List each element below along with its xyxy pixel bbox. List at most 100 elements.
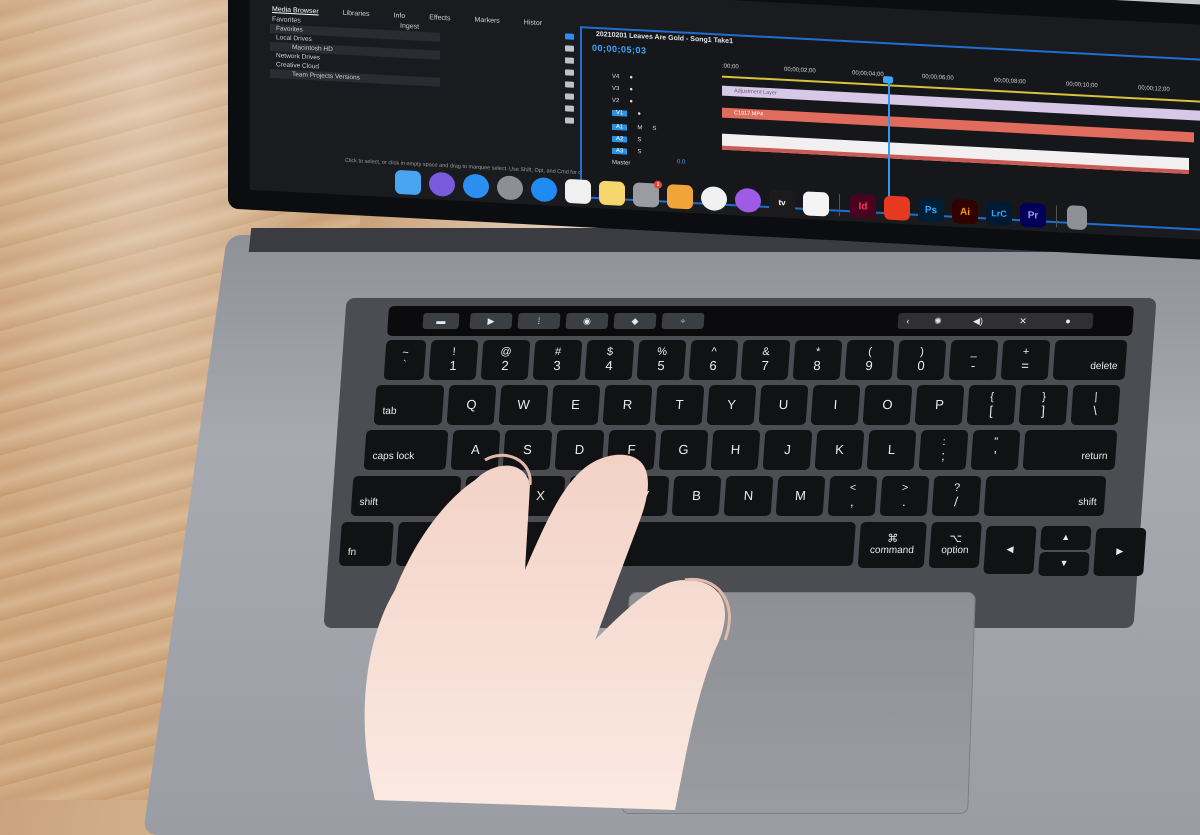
eye-icon[interactable]: ● [637, 111, 641, 117]
key-3[interactable]: #3 [532, 340, 583, 380]
key-5[interactable]: % 5 [636, 340, 687, 380]
track-select-tool-icon[interactable] [565, 45, 574, 52]
solo-icon[interactable]: S [637, 149, 641, 155]
key-arrow-left[interactable]: ◀ [983, 526, 1037, 574]
key-o[interactable]: O [862, 385, 913, 425]
siri-icon[interactable] [429, 171, 455, 198]
eye-icon[interactable]: ● [629, 75, 633, 81]
key-6[interactable]: ^ 6 [688, 340, 739, 380]
key-comma[interactable]: <, [827, 476, 878, 516]
key-shift-right[interactable]: shift [983, 476, 1107, 516]
ingest-checkbox[interactable]: Ingest [400, 23, 419, 31]
touchbar-split-button[interactable]: ÷ [661, 313, 705, 329]
key-period[interactable]: >. [879, 476, 930, 516]
pages-icon[interactable] [667, 184, 693, 210]
news-icon[interactable] [701, 185, 727, 212]
slack-icon[interactable] [803, 191, 829, 217]
ripple-edit-tool-icon[interactable] [565, 57, 574, 64]
key-q[interactable]: Q [446, 385, 497, 425]
key-arrow-down[interactable]: ▼ [1038, 552, 1090, 576]
key-command-right[interactable]: ⌘ command [857, 522, 927, 568]
volume-icon[interactable]: ◀) [962, 313, 993, 329]
illustrator-icon[interactable]: Ai [952, 199, 978, 225]
touchbar-levels-button[interactable]: ⁞ [517, 313, 561, 329]
trash-icon[interactable] [1067, 205, 1087, 231]
apple-tv-icon[interactable]: tv [769, 189, 795, 215]
siri-button[interactable]: ● [1052, 313, 1083, 329]
key-quote[interactable]: " ' [970, 430, 1021, 470]
razor-tool-icon[interactable] [565, 69, 574, 76]
clip-audio[interactable] [722, 133, 1189, 175]
indesign-icon[interactable]: Id [850, 193, 876, 220]
tab-libraries[interactable]: Libraries [343, 10, 370, 18]
key-option-right[interactable]: ⌥ option [928, 522, 982, 568]
mute-icon[interactable]: M [637, 125, 642, 131]
system-preferences-icon[interactable]: 1 [633, 180, 662, 208]
key-right-bracket[interactable]: }] [1018, 385, 1069, 425]
key-e[interactable]: E [550, 385, 601, 425]
type-tool-icon[interactable] [565, 117, 574, 124]
tab-effects[interactable]: Effects [429, 14, 450, 22]
key-r[interactable]: R [602, 385, 653, 425]
key-0[interactable]: ) 0 [896, 340, 947, 380]
key-delete[interactable]: delete [1052, 340, 1128, 380]
launchpad-icon[interactable] [497, 175, 523, 201]
master-volume-value[interactable]: 0.0 [677, 159, 685, 165]
key-2[interactable]: @2 [480, 340, 531, 380]
safari-icon[interactable] [463, 173, 489, 199]
notes-icon[interactable] [599, 180, 625, 206]
key-tab[interactable]: tab [373, 385, 445, 425]
key-p[interactable]: P [914, 385, 965, 425]
key-k[interactable]: K [814, 430, 865, 470]
timecode-display[interactable]: 00;00;05;03 [592, 43, 647, 56]
tab-markers[interactable]: Markers [475, 17, 500, 25]
tab-history[interactable]: Histor [524, 19, 542, 27]
key-equals[interactable]: + = [1000, 340, 1051, 380]
brightness-icon[interactable]: ✺ [922, 313, 953, 329]
key-4[interactable]: $4 [584, 340, 635, 380]
key-i[interactable]: I [810, 385, 861, 425]
key-t[interactable]: T [654, 385, 705, 425]
touchbar-play-button[interactable]: ▶ [469, 313, 513, 329]
app-store-icon[interactable] [531, 176, 557, 203]
key-m[interactable]: M [775, 476, 826, 516]
playhead-handle[interactable] [883, 76, 893, 84]
selection-tool-icon[interactable] [565, 33, 574, 40]
slip-tool-icon[interactable] [565, 81, 574, 88]
key-backtick[interactable]: ~ ` [383, 340, 427, 380]
key-w[interactable]: W [498, 385, 549, 425]
playhead-line[interactable] [888, 80, 890, 201]
photoshop-icon[interactable]: Ps [918, 197, 944, 223]
tab-media-browser[interactable]: Media Browser [272, 6, 319, 15]
touchbar-shield-button[interactable]: ◆ [613, 313, 657, 329]
touchbar-dial-button[interactable]: ◉ [565, 313, 609, 329]
key-slash[interactable]: ? / [931, 476, 982, 516]
finder-icon[interactable] [395, 169, 421, 196]
sequence-name[interactable]: 20210201 Leaves Are Gold - Song1 Take1 [596, 31, 733, 45]
key-minus[interactable]: _ - [948, 340, 999, 380]
key-left-bracket[interactable]: {[ [966, 385, 1017, 425]
key-7[interactable]: & 7 [740, 340, 791, 380]
key-y[interactable]: Y [706, 385, 757, 425]
acrobat-icon[interactable] [884, 195, 910, 221]
key-semicolon[interactable]: :; [918, 430, 969, 470]
lightroom-classic-icon[interactable]: LrC [986, 200, 1012, 227]
premiere-pro-icon[interactable]: Pr [1020, 202, 1046, 228]
key-j[interactable]: J [762, 430, 813, 470]
key-arrow-right[interactable]: ▶ [1093, 528, 1147, 576]
solo-icon[interactable]: S [637, 137, 641, 143]
key-arrow-up[interactable]: ▲ [1039, 526, 1092, 550]
podcasts-icon[interactable] [735, 187, 761, 214]
mute-icon[interactable]: ✕ [1007, 313, 1038, 329]
key-return[interactable]: return [1022, 430, 1118, 470]
touchbar-esc-button[interactable]: ▬ [422, 313, 460, 329]
eye-icon[interactable]: ● [629, 99, 633, 105]
pen-tool-icon[interactable] [565, 93, 574, 100]
hand-tool-icon[interactable] [565, 105, 574, 112]
solo-icon[interactable]: S [652, 126, 656, 132]
tab-info[interactable]: Info [394, 12, 406, 20]
key-backslash[interactable]: | \ [1070, 385, 1121, 425]
calendar-icon[interactable] [565, 178, 591, 205]
key-1[interactable]: ! 1 [428, 340, 479, 380]
eye-icon[interactable]: ● [629, 87, 633, 93]
